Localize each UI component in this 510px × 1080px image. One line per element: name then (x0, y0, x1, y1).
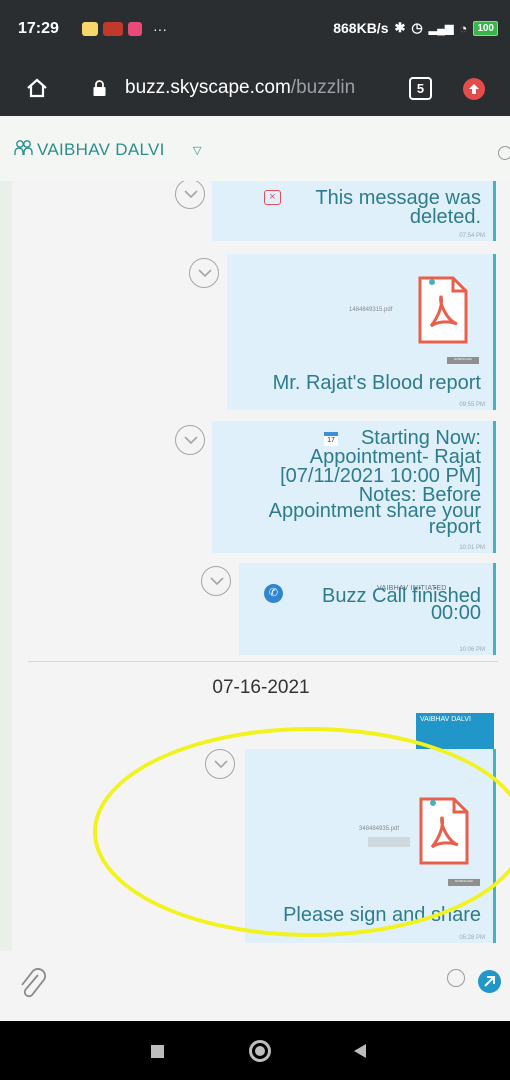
emoji-icon[interactable] (447, 969, 465, 987)
tab-switcher-button[interactable]: 5 (409, 77, 432, 100)
recents-button[interactable] (151, 1045, 164, 1058)
file-name: 1484849315.pdf (349, 307, 393, 313)
browser-toolbar: buzz.skyscape.com/buzzlin 5 (0, 60, 510, 116)
message-composer[interactable] (0, 951, 510, 1021)
sender-name: VAIBHAV DALVI (420, 716, 471, 723)
more-notifications-icon: ··· (153, 21, 167, 37)
send-button[interactable] (478, 970, 501, 993)
chat-messages[interactable]: × This message was deleted. 07:54 PM 148… (12, 181, 510, 951)
paperclip-icon[interactable] (18, 967, 46, 1001)
network-speed: 868KB/s (333, 20, 389, 36)
alarm-icon: ◷ (411, 20, 423, 35)
address-bar[interactable]: buzz.skyscape.com/buzzlin (125, 77, 387, 99)
back-button[interactable] (354, 1044, 366, 1058)
message-notification-icon (82, 22, 98, 36)
message-options-chevron-icon[interactable] (175, 425, 205, 455)
url-path: /buzzlin (290, 77, 356, 98)
message-time: 07:54 PM (459, 233, 485, 239)
date-separator: 07-16-2021 (212, 677, 310, 698)
file-caption: Mr. Rajat's Blood report (272, 372, 481, 394)
message-call[interactable]: VAIBHAV INITIATED ✆ Buzz Call finished 0… (239, 563, 496, 655)
message-deleted[interactable]: × This message was deleted. 07:54 PM (212, 181, 496, 241)
appointment-line-6: report (428, 516, 481, 538)
system-navigation-bar (0, 1021, 510, 1080)
file-name-redacted (368, 837, 410, 847)
system-indicators: 868KB/s ✱ ◷ ▂▄▆ ◔ 100 (333, 20, 498, 36)
file-name: 348484935.pdf (359, 826, 400, 832)
lock-icon (93, 80, 106, 96)
message-file[interactable]: 1484849315.pdf DOWNLOAD Mr. Rajat's Bloo… (227, 254, 496, 410)
home-button[interactable] (249, 1040, 271, 1062)
notification-icons: ··· (82, 21, 167, 37)
pdf-icon[interactable] (417, 276, 469, 344)
app-notification-icon (128, 22, 142, 36)
message-file-sign[interactable]: 348484935.pdf DOWNLOAD Please sign and s… (245, 749, 496, 943)
message-options-chevron-icon[interactable] (201, 566, 231, 596)
contacts-icon (14, 140, 33, 155)
contact-dropdown-icon[interactable]: ▽ (193, 144, 201, 157)
call-duration: 00:00 (430, 602, 481, 624)
message-time: 10:06 PM (459, 647, 485, 653)
message-options-chevron-icon[interactable] (175, 181, 205, 209)
bluetooth-icon: ✱ (394, 20, 406, 35)
update-button[interactable] (463, 78, 485, 100)
wifi-icon: ◔ (459, 20, 468, 36)
battery-icon: 100 (473, 20, 498, 36)
globe-icon[interactable] (498, 146, 510, 160)
download-tag[interactable]: DOWNLOAD (448, 879, 480, 886)
download-tag[interactable]: DOWNLOAD (447, 357, 479, 364)
calendar-icon: 17 (324, 432, 338, 446)
arrow-up-icon (469, 84, 479, 94)
message-options-chevron-icon[interactable] (189, 258, 219, 288)
send-arrow-icon (484, 976, 495, 987)
pdf-icon[interactable] (418, 797, 470, 865)
status-bar: 17:29 ··· 868KB/s ✱ ◷ ▂▄▆ ◔ 100 (0, 0, 510, 60)
url-host: buzz.skyscape.com (125, 77, 291, 98)
date-divider (28, 661, 498, 662)
signal-icon: ▂▄▆ (428, 22, 454, 35)
message-options-chevron-icon[interactable] (205, 749, 235, 779)
deleted-message-text: This message was deleted. (315, 187, 481, 228)
message-time: 09:55 PM (459, 402, 485, 408)
sender-tag: VAIBHAV DALVI (416, 713, 494, 749)
chat-header: VAIBHAV DALVI ▽ (0, 116, 510, 181)
message-appointment[interactable]: 17 Starting Now: Appointment- Rajat [07/… (212, 421, 496, 553)
message-time: 05:28 PM (459, 935, 485, 941)
mint-notification-icon (103, 22, 123, 36)
message-time: 10:01 PM (459, 545, 485, 551)
home-icon[interactable] (26, 77, 48, 99)
contact-name[interactable]: VAIBHAV DALVI (37, 140, 165, 160)
status-time: 17:29 (18, 20, 59, 37)
file-caption: Please sign and share (283, 904, 481, 926)
phone-icon: ✆ (264, 584, 283, 603)
